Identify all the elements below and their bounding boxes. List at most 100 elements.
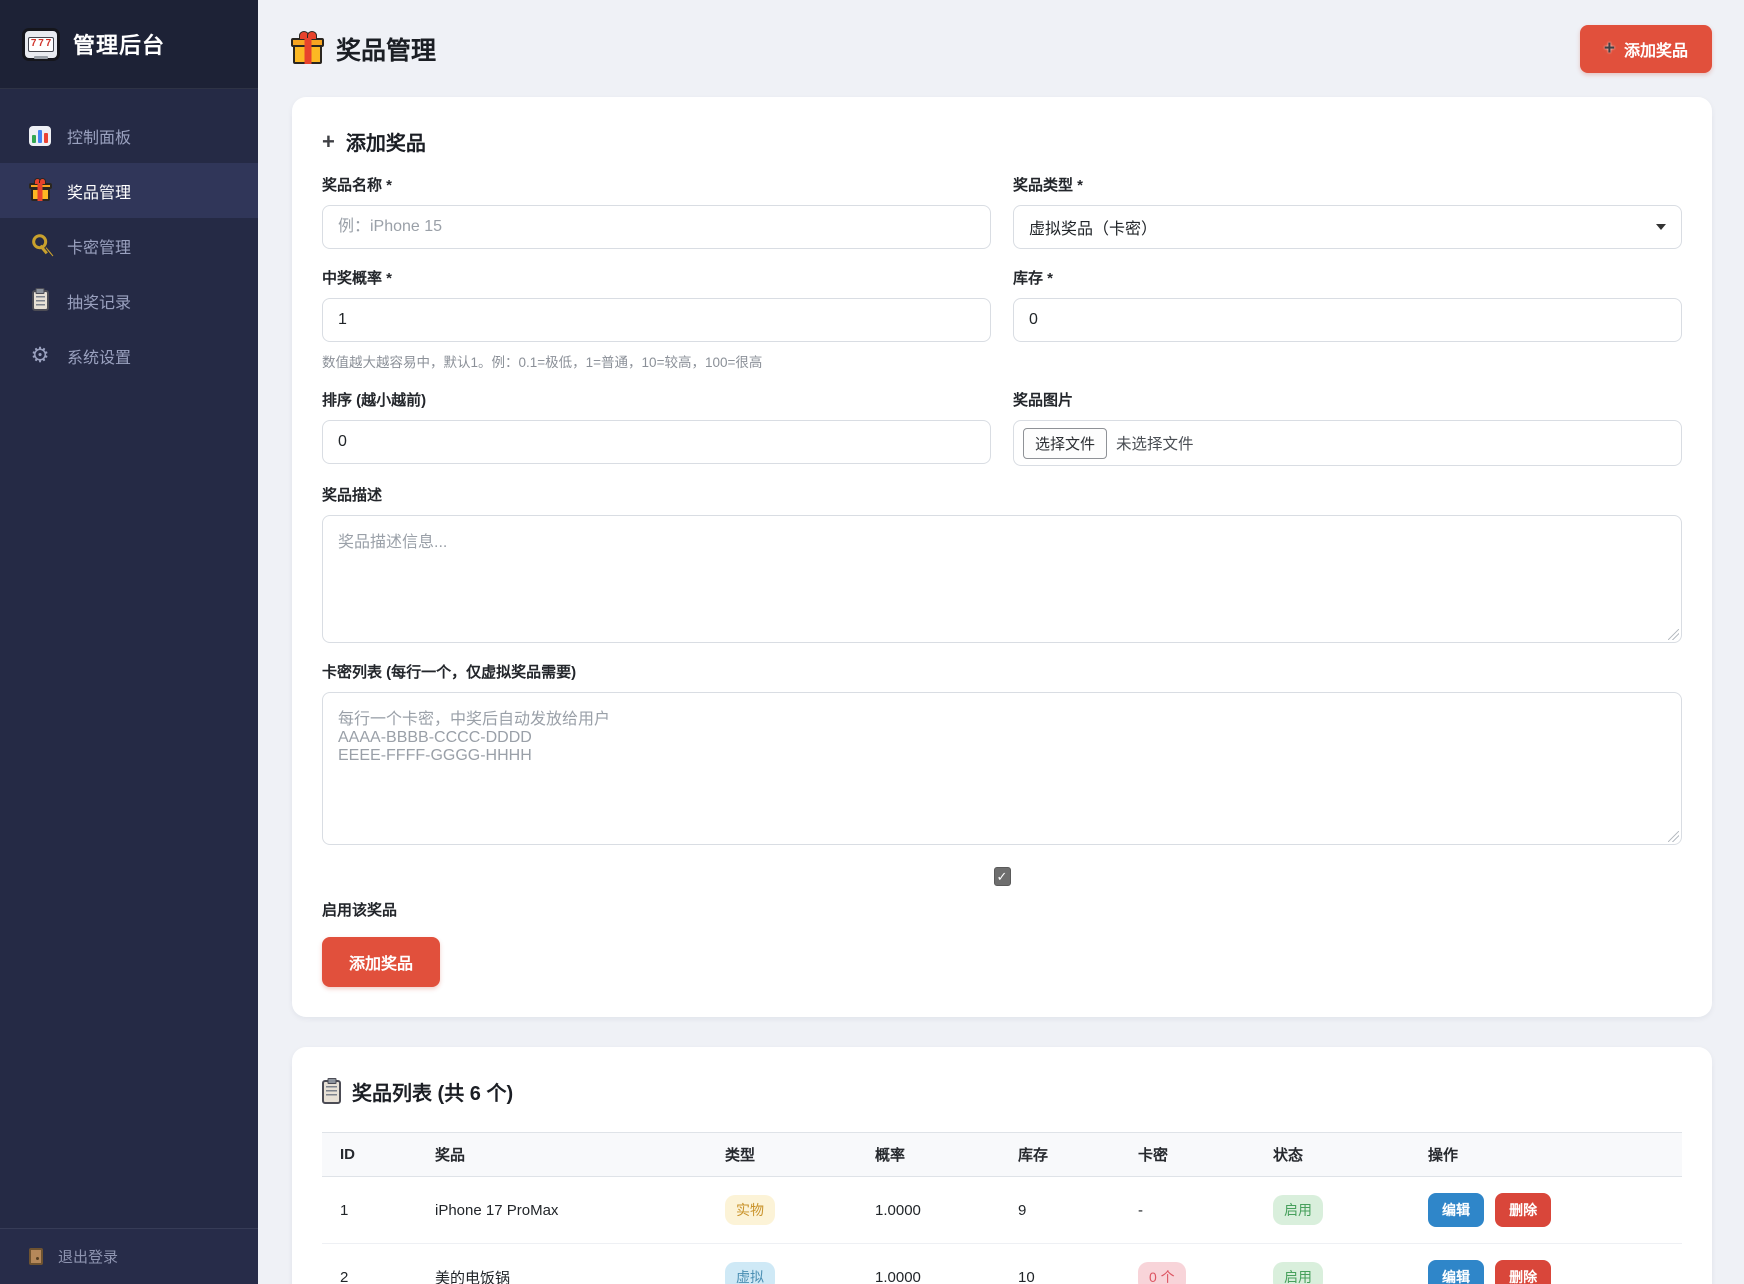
app-title: 管理后台 — [73, 28, 165, 60]
prize-list-title-text: 奖品列表 (共 6 个) — [352, 1077, 513, 1106]
checkmark-icon: ✓ — [997, 870, 1008, 883]
field-prize-name: 奖品名称 * — [322, 156, 991, 249]
status-badge: 启用 — [1273, 1195, 1323, 1225]
prize-image-file-input[interactable]: 选择文件 未选择文件 — [1013, 420, 1682, 466]
sort-label: 排序 (越小越前) — [322, 389, 991, 410]
cell-id: 2 — [322, 1244, 417, 1284]
sidebar-item-label: 系统设置 — [67, 344, 131, 368]
delete-button[interactable]: 删除 — [1495, 1193, 1551, 1227]
edit-button[interactable]: 编辑 — [1428, 1193, 1484, 1227]
logout-label: 退出登录 — [58, 1246, 118, 1267]
sidebar-item-label: 控制面板 — [67, 124, 131, 148]
col-header-id: ID — [322, 1133, 417, 1177]
sidebar: 777 管理后台 控制面板 奖品管理 卡密管理 抽奖记录 ⚙ 系统设置 退出登录 — [0, 0, 258, 1284]
description-textarea[interactable] — [322, 515, 1682, 643]
sidebar-item-settings[interactable]: ⚙ 系统设置 — [0, 328, 258, 383]
table-header-row: ID 奖品 类型 概率 库存 卡密 状态 操作 — [322, 1133, 1682, 1177]
type-badge: 虚拟 — [725, 1262, 775, 1284]
cell-cards: - — [1120, 1177, 1255, 1244]
plus-icon: + — [1604, 39, 1615, 58]
page-title-text: 奖品管理 — [336, 31, 436, 67]
probability-hint: 数值越大越容易中，默认1。例：0.1=极低，1=普通，10=较高，100=很高 — [322, 351, 991, 371]
table-row: 2 美的电饭锅 虚拟 1.0000 10 0 个 启用 编辑 删除 — [322, 1244, 1682, 1284]
probability-input[interactable] — [322, 298, 991, 342]
col-header-status: 状态 — [1255, 1133, 1410, 1177]
table-row: 1 iPhone 17 ProMax 实物 1.0000 9 - 启用 编辑 删… — [322, 1177, 1682, 1244]
prize-table: ID 奖品 类型 概率 库存 卡密 状态 操作 1 iPhone 17 ProM… — [322, 1132, 1682, 1284]
cell-probability: 1.0000 — [857, 1244, 1000, 1284]
resize-handle-icon[interactable] — [1668, 831, 1679, 842]
field-sort: 排序 (越小越前) — [322, 371, 991, 466]
delete-button[interactable]: 删除 — [1495, 1260, 1551, 1284]
col-header-probability: 概率 — [857, 1133, 1000, 1177]
cell-stock: 9 — [1000, 1177, 1120, 1244]
cell-id: 1 — [322, 1177, 417, 1244]
type-badge: 实物 — [725, 1195, 775, 1225]
sidebar-item-cardkeys[interactable]: 卡密管理 — [0, 218, 258, 273]
field-prize-image: 奖品图片 选择文件 未选择文件 — [1013, 371, 1682, 466]
field-probability: 中奖概率 * 数值越大越容易中，默认1。例：0.1=极低，1=普通，10=较高，… — [322, 249, 991, 371]
cards-badge: 0 个 — [1138, 1262, 1186, 1284]
col-header-stock: 库存 — [1000, 1133, 1120, 1177]
clipboard-icon — [28, 290, 52, 311]
col-header-type: 类型 — [707, 1133, 857, 1177]
sidebar-header: 777 管理后台 — [0, 0, 258, 89]
card-list-textarea[interactable] — [322, 692, 1682, 845]
sort-input[interactable] — [322, 420, 991, 464]
stock-label: 库存 * — [1013, 267, 1682, 288]
sidebar-item-records[interactable]: 抽奖记录 — [0, 273, 258, 328]
gear-icon: ⚙ — [28, 345, 52, 366]
gift-icon — [292, 34, 323, 64]
field-card-list: 卡密列表 (每行一个，仅虚拟奖品需要) — [322, 661, 1682, 845]
logout-button[interactable]: 退出登录 — [0, 1228, 258, 1284]
enable-prize-checkbox[interactable]: ✓ — [994, 867, 1011, 886]
sidebar-menu: 控制面板 奖品管理 卡密管理 抽奖记录 ⚙ 系统设置 — [0, 89, 258, 1228]
cell-stock: 10 — [1000, 1244, 1120, 1284]
field-prize-type: 奖品类型 * 虚拟奖品（卡密） — [1013, 156, 1682, 249]
description-label: 奖品描述 — [322, 484, 1682, 505]
sidebar-item-label: 抽奖记录 — [67, 289, 131, 313]
form-card-title-text: 添加奖品 — [346, 127, 426, 156]
sidebar-item-label: 卡密管理 — [67, 234, 131, 258]
field-stock: 库存 * — [1013, 249, 1682, 371]
submit-add-prize-label: 添加奖品 — [349, 950, 413, 974]
prize-type-select[interactable]: 虚拟奖品（卡密） — [1013, 205, 1682, 249]
main-content: 奖品管理 + 添加奖品 + 添加奖品 奖品名称 * 奖品类型 * 虚拟奖品（卡密… — [258, 0, 1744, 1284]
sidebar-item-label: 奖品管理 — [67, 179, 131, 203]
sidebar-item-prizes[interactable]: 奖品管理 — [0, 163, 258, 218]
card-list-label: 卡密列表 (每行一个，仅虚拟奖品需要) — [322, 661, 1682, 682]
sidebar-item-dashboard[interactable]: 控制面板 — [0, 108, 258, 163]
gift-icon — [28, 181, 52, 201]
form-card-title: + 添加奖品 — [322, 127, 1682, 156]
add-prize-form-card: + 添加奖品 奖品名称 * 奖品类型 * 虚拟奖品（卡密） 中奖概率 * 数值越… — [292, 97, 1712, 1017]
slot-machine-logo-icon: 777 — [22, 28, 60, 61]
col-header-cards: 卡密 — [1120, 1133, 1255, 1177]
clipboard-icon — [322, 1080, 341, 1104]
bar-chart-icon — [28, 126, 52, 146]
page-header: 奖品管理 + 添加奖品 — [292, 0, 1712, 97]
field-description: 奖品描述 — [322, 484, 1682, 643]
enable-prize-label: 启用该奖品 — [322, 899, 1682, 920]
prize-type-selected-value: 虚拟奖品（卡密） — [1029, 215, 1157, 239]
prize-type-label: 奖品类型 * — [1013, 174, 1682, 195]
status-badge: 启用 — [1273, 1262, 1323, 1284]
submit-add-prize-button[interactable]: 添加奖品 — [322, 937, 440, 987]
key-icon — [28, 235, 52, 257]
page-title: 奖品管理 — [292, 31, 436, 67]
enable-checkbox-row: ✓ — [322, 867, 1682, 886]
choose-file-button[interactable]: 选择文件 — [1023, 428, 1107, 459]
probability-label: 中奖概率 * — [322, 267, 991, 288]
door-icon — [24, 1248, 48, 1265]
prize-list-title: 奖品列表 (共 6 个) — [322, 1077, 1682, 1106]
prize-name-input[interactable] — [322, 205, 991, 249]
prize-list-card: 奖品列表 (共 6 个) ID 奖品 类型 概率 库存 卡密 状态 操作 1 i… — [292, 1047, 1712, 1284]
prize-image-label: 奖品图片 — [1013, 389, 1682, 410]
cell-prize-name: 美的电饭锅 — [417, 1244, 707, 1284]
stock-input[interactable] — [1013, 298, 1682, 342]
resize-handle-icon[interactable] — [1668, 629, 1679, 640]
col-header-actions: 操作 — [1410, 1133, 1682, 1177]
edit-button[interactable]: 编辑 — [1428, 1260, 1484, 1284]
add-prize-header-button[interactable]: + 添加奖品 — [1580, 25, 1712, 73]
no-file-chosen-text: 未选择文件 — [1116, 432, 1194, 454]
prize-name-label: 奖品名称 * — [322, 174, 991, 195]
